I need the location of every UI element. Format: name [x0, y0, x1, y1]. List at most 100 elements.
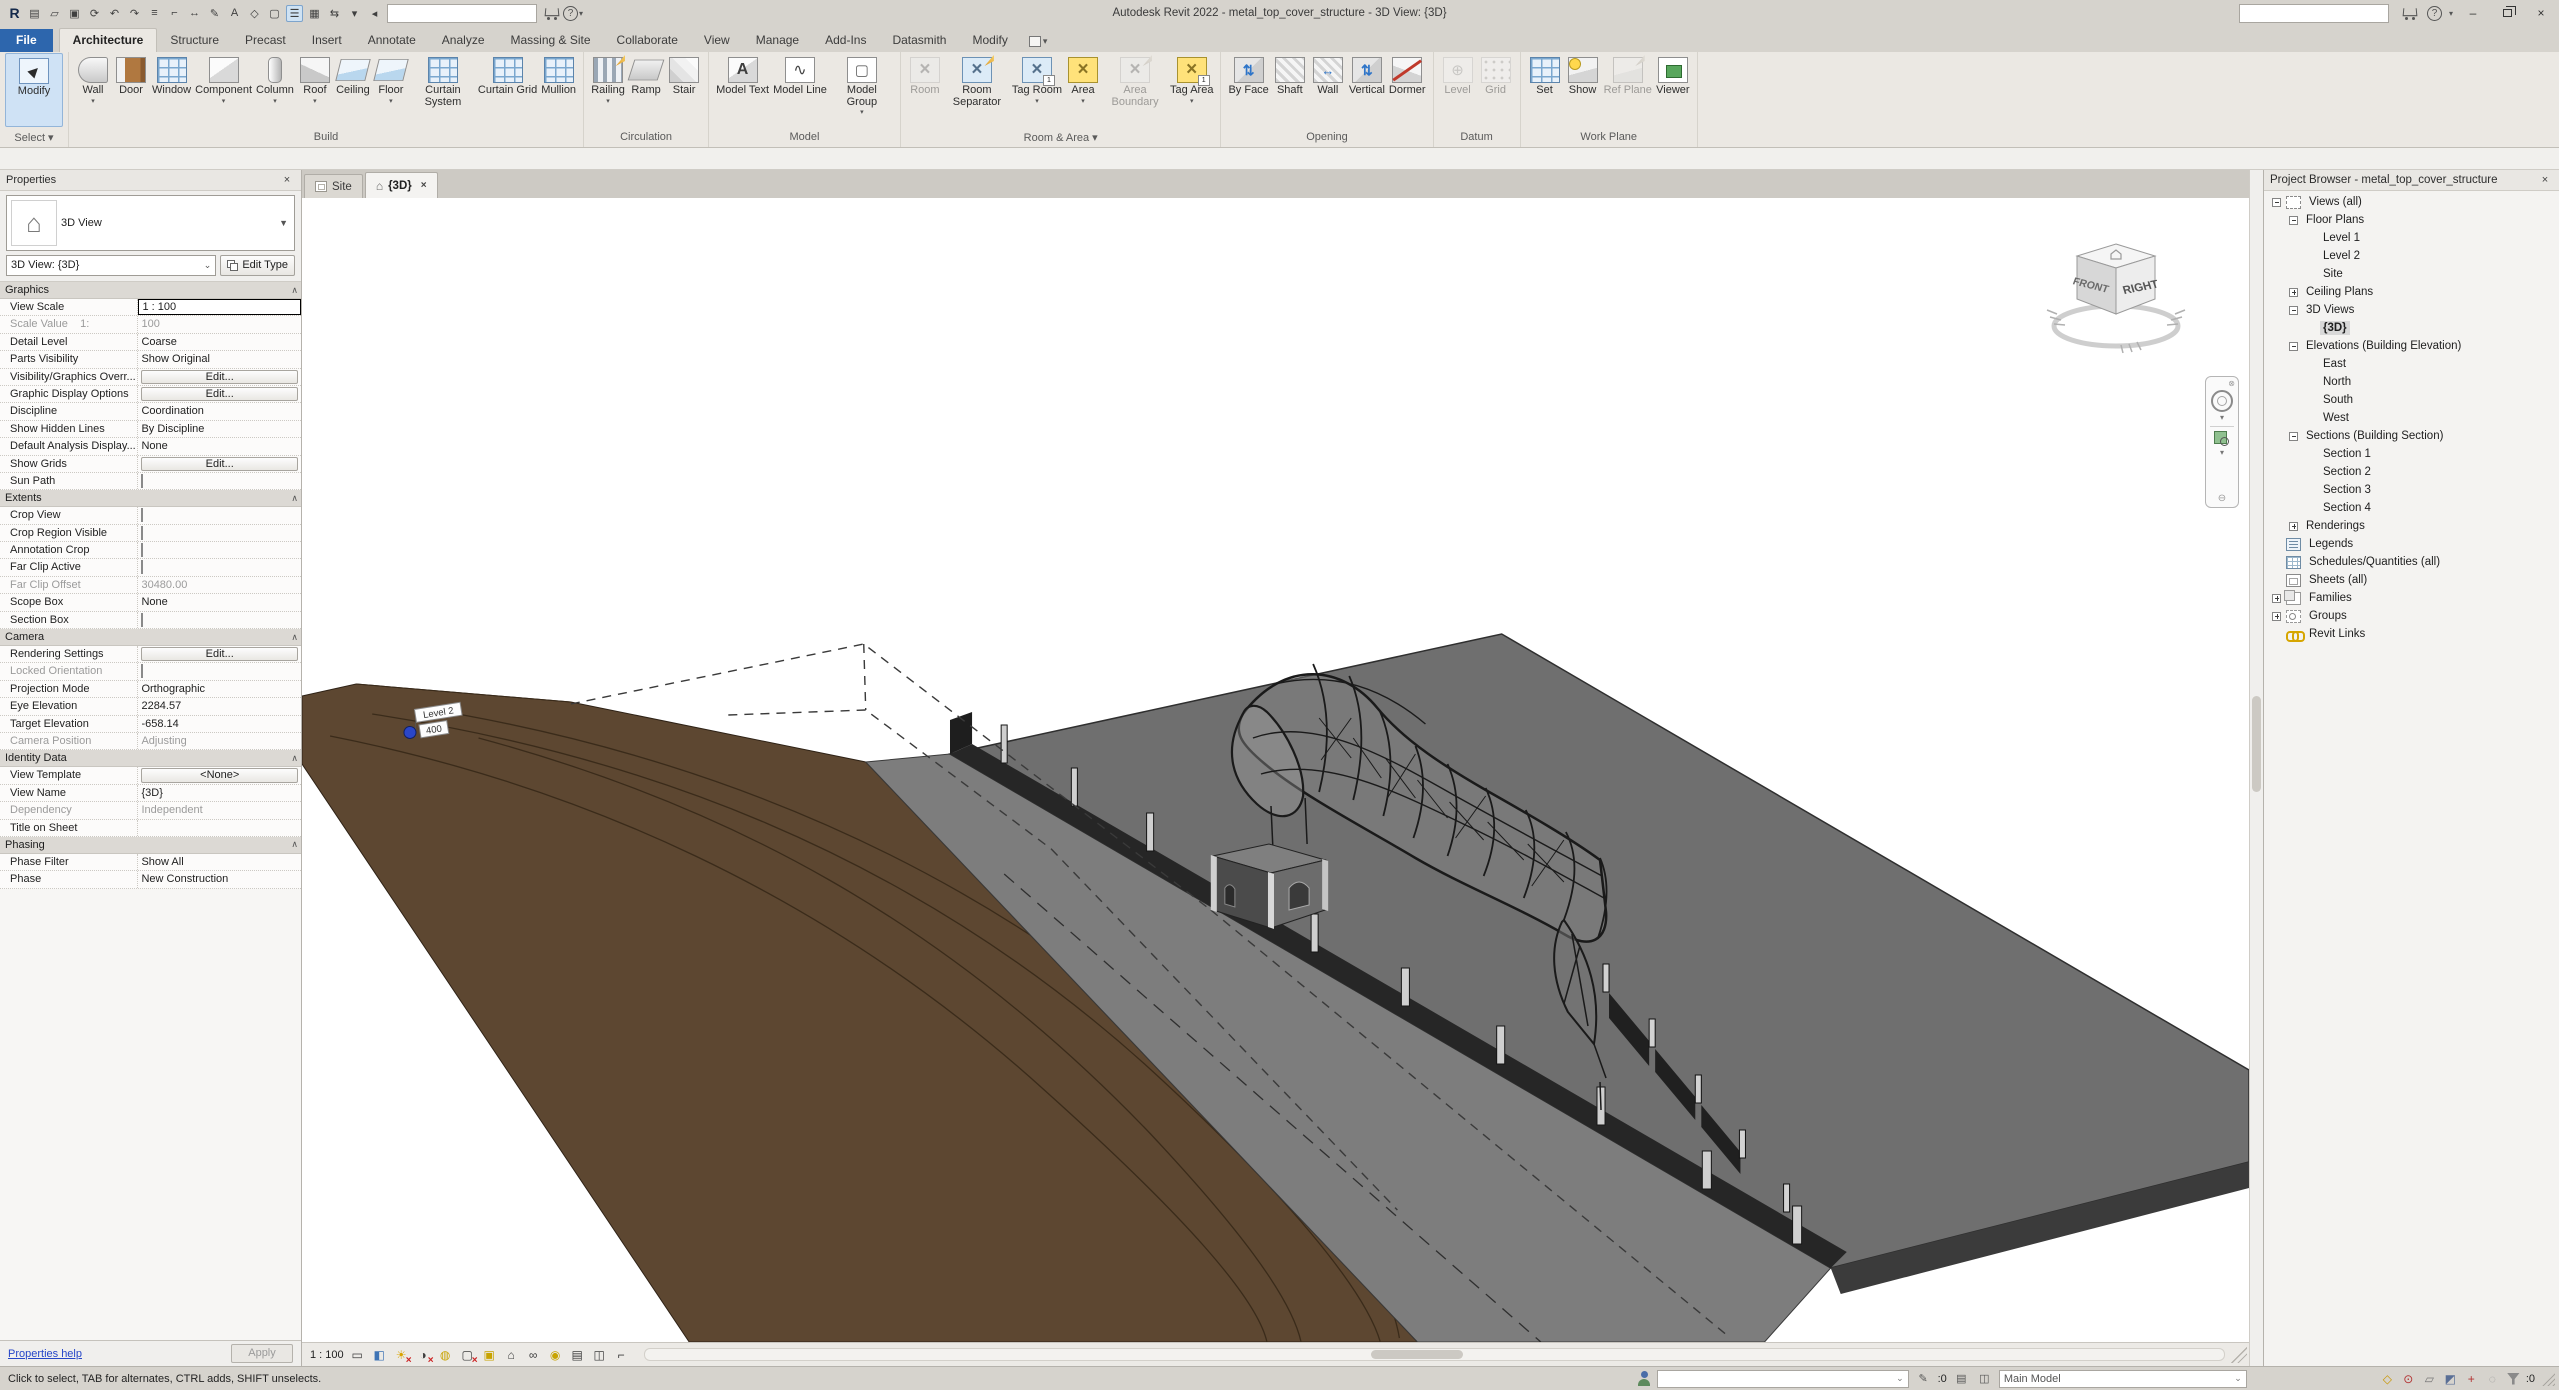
properties-close-icon[interactable]: ×	[279, 174, 295, 186]
tree-item-sheets-all-[interactable]: Sheets (all)	[2264, 571, 2559, 589]
filter-icon[interactable]	[2506, 1372, 2520, 1385]
properties-section-graphics[interactable]: Graphics ∧	[0, 282, 301, 299]
measure-icon[interactable]: ⌐	[166, 5, 183, 22]
switch-windows-icon[interactable]: ⇆	[326, 5, 343, 22]
vertical-scrollbar[interactable]	[2249, 170, 2263, 1366]
collapse-icon[interactable]: ◂	[366, 5, 383, 22]
ribbon-button-ramp[interactable]: Ramp	[627, 53, 665, 98]
ribbon-tab-collaborate[interactable]: Collaborate	[604, 29, 691, 52]
instance-combo[interactable]: 3D View: {3D} ⌄	[6, 254, 217, 276]
ribbon-button-roof[interactable]: Roof ▾	[296, 53, 334, 106]
tree-item-groups[interactable]: Groups	[2264, 607, 2559, 625]
search-box[interactable]	[2238, 3, 2389, 23]
property-value[interactable]: Coarse	[138, 334, 301, 350]
ribbon-button-vertical[interactable]: Vertical	[1347, 53, 1387, 98]
expand-icon[interactable]	[2272, 611, 2281, 621]
panel-label-circulation[interactable]: Circulation	[584, 130, 708, 147]
property-edit-button[interactable]: Edit...	[141, 456, 298, 471]
exclude-options-icon[interactable]: ◫	[1976, 1372, 1993, 1385]
undo-icon[interactable]: ↶	[106, 5, 123, 22]
text-icon[interactable]: A	[226, 5, 243, 22]
visual-style-icon[interactable]: ◧	[371, 1346, 388, 1363]
property-value[interactable]: New Construction	[138, 871, 301, 887]
ribbon-button-model-line[interactable]: Model Line	[771, 53, 829, 98]
minimize-button[interactable]: –	[2459, 3, 2487, 23]
shadows-icon[interactable]: ◑	[415, 1346, 434, 1367]
view-tab-site[interactable]: Site	[304, 174, 363, 198]
property-checkbox[interactable]	[141, 543, 144, 558]
help-icon[interactable]: ?	[563, 5, 578, 21]
ribbon-tab-view[interactable]: View	[691, 29, 743, 52]
view-scale-button[interactable]: 1 : 100	[310, 1349, 344, 1361]
tree-item-section-3[interactable]: Section 3	[2264, 481, 2559, 499]
ribbon-button-set[interactable]: Set	[1526, 53, 1564, 98]
temp-view-properties-icon[interactable]: ▤	[569, 1346, 586, 1363]
tree-item-floor-plans[interactable]: Floor Plans	[2264, 211, 2559, 229]
ribbon-button-show[interactable]: Show	[1564, 53, 1602, 98]
ribbon-button-dormer[interactable]: Dormer	[1387, 53, 1428, 98]
apply-button[interactable]: Apply	[231, 1344, 293, 1363]
drag-on-selection-icon[interactable]: +	[2463, 1371, 2480, 1387]
tree-item-section-1[interactable]: Section 1	[2264, 445, 2559, 463]
ribbon-tab-insert[interactable]: Insert	[299, 29, 355, 52]
ribbon-button-area[interactable]: Area▾	[1064, 53, 1102, 106]
ribbon-button-tag-area[interactable]: Tag Area▾	[1168, 53, 1215, 106]
tree-item-west[interactable]: West	[2264, 409, 2559, 427]
property-checkbox[interactable]	[141, 473, 144, 488]
vscroll-thumb[interactable]	[2252, 696, 2261, 793]
ribbon-button-column[interactable]: Column ▾	[254, 53, 296, 106]
tag-icon[interactable]: ✎	[206, 5, 223, 22]
sync-icon[interactable]: ⟳	[86, 5, 103, 22]
tree-item-site[interactable]: Site	[2264, 265, 2559, 283]
ribbon-button-model-group[interactable]: Model Group▾	[829, 53, 895, 117]
section-collapse-icon[interactable]: ∧	[291, 632, 297, 643]
resize-grip-icon[interactable]	[2231, 1346, 2247, 1363]
tree-item-ceiling-plans[interactable]: Ceiling Plans	[2264, 283, 2559, 301]
property-value[interactable]: None	[138, 438, 301, 454]
panel-label-build[interactable]: Build	[69, 130, 583, 147]
aligned-dimension-icon[interactable]: ↔	[186, 5, 203, 22]
properties-help-link[interactable]: Properties help	[8, 1348, 82, 1360]
customize-icon[interactable]: ▾	[346, 5, 363, 22]
section-collapse-icon[interactable]: ∧	[291, 753, 297, 764]
navigation-bar[interactable]: ⊗ ▾ ▾ ⊖	[2205, 376, 2239, 508]
property-checkbox[interactable]	[141, 664, 144, 679]
navbar-close-icon[interactable]: ⊗	[2228, 380, 2235, 388]
rendering-dialog-icon[interactable]: ◍	[437, 1346, 454, 1363]
property-checkbox[interactable]	[141, 612, 144, 627]
select-links-icon[interactable]: ◇	[2379, 1371, 2396, 1387]
wheel-dropdown-arrow[interactable]: ▾	[2220, 414, 2224, 422]
properties-section-camera[interactable]: Camera ∧	[0, 629, 301, 647]
editable-only-icon[interactable]: ✎	[1915, 1372, 1932, 1385]
zoom-icon[interactable]	[2214, 431, 2230, 447]
property-value[interactable]: By Discipline	[138, 421, 301, 437]
edit-type-button[interactable]: Edit Type	[220, 254, 295, 276]
expand-icon[interactable]	[2289, 521, 2298, 531]
ribbon-button-wall[interactable]: Wall	[1309, 53, 1347, 98]
view-lock-icon[interactable]: ⌂	[503, 1346, 520, 1363]
tree-item-north[interactable]: North	[2264, 373, 2559, 391]
property-edit-button[interactable]: Edit...	[141, 369, 298, 384]
panel-label-opening[interactable]: Opening	[1221, 130, 1432, 147]
ribbon-button-curtain-system[interactable]: Curtain System	[410, 53, 476, 109]
tree-item-views-all-[interactable]: Views (all)	[2264, 193, 2559, 211]
ribbon-button-door[interactable]: Door	[112, 53, 150, 98]
ribbon-tab-massing-site[interactable]: Massing & Site	[498, 29, 604, 52]
ribbon-button-shaft[interactable]: Shaft	[1271, 53, 1309, 98]
ribbon-button-railing[interactable]: Railing ▾	[589, 53, 627, 106]
tree-item-families[interactable]: Families	[2264, 589, 2559, 607]
property-edit-button[interactable]: Edit...	[141, 386, 298, 402]
background-process-icon[interactable]: ◌	[2484, 1371, 2501, 1387]
thin-lines-icon[interactable]: ☰	[286, 4, 303, 22]
revit-menu-icon[interactable]: R	[6, 5, 23, 22]
tree-item-schedules-quantities-all-[interactable]: Schedules/Quantities (all)	[2264, 553, 2559, 571]
help-arrow[interactable]: ▾	[2449, 9, 2453, 18]
tree-item-elevations-building-elevation-[interactable]: Elevations (Building Elevation)	[2264, 337, 2559, 355]
steering-wheel-icon[interactable]	[2211, 390, 2233, 412]
collapse-icon[interactable]	[2289, 431, 2298, 441]
ribbon-button-ceiling[interactable]: Ceiling	[334, 53, 372, 98]
type-selector[interactable]: ⌂ 3D View ▼	[6, 195, 295, 251]
close-button[interactable]: ×	[2527, 3, 2555, 23]
view-cube[interactable]: FRONT RIGHT	[2041, 228, 2191, 360]
ribbon-state-toggle[interactable]: ▾	[1028, 36, 1047, 52]
